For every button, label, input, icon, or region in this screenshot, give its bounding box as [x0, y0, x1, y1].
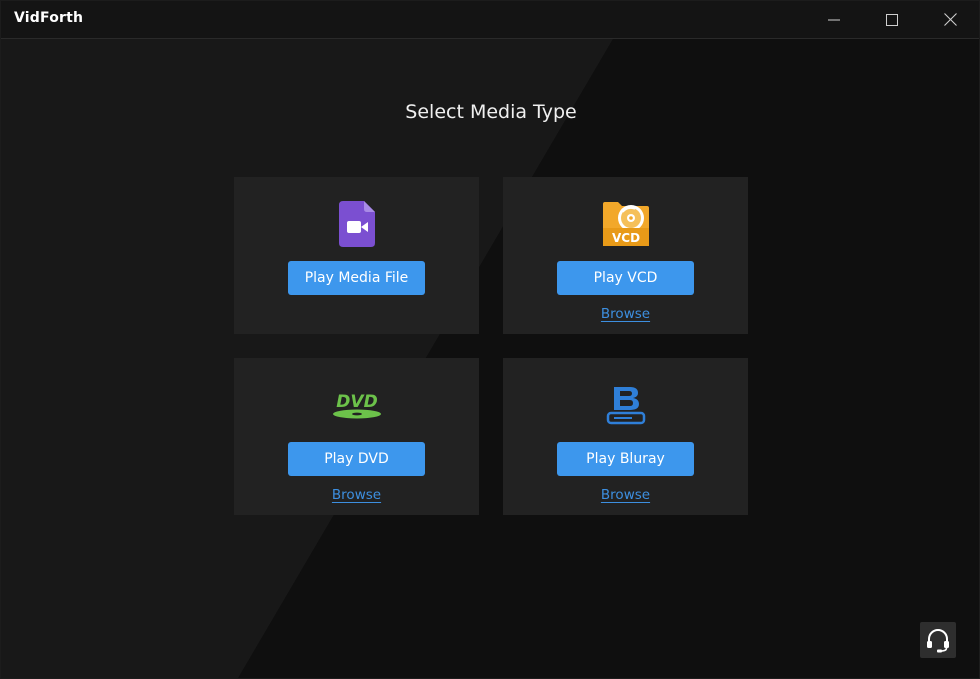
card-icon-container: DVD	[234, 380, 479, 430]
svg-text:DVD: DVD	[336, 392, 377, 412]
title-bar: VidForth	[1, 1, 979, 39]
browse-link-container: Browse	[503, 484, 748, 503]
close-button[interactable]	[921, 1, 979, 38]
app-title: VidForth	[14, 10, 84, 26]
dvd-browse-link[interactable]: Browse	[332, 487, 381, 503]
vcd-browse-link[interactable]: Browse	[601, 306, 650, 322]
play-dvd-button[interactable]: Play DVD	[288, 442, 425, 476]
support-button[interactable]	[920, 622, 956, 658]
dvd-logo-icon: DVD	[332, 392, 381, 419]
vcd-card: VCD Play VCD Browse	[503, 177, 748, 334]
bluray-logo-icon	[606, 387, 645, 425]
maximize-button[interactable]	[863, 1, 921, 38]
browse-link-container: Browse	[234, 484, 479, 503]
maximize-icon	[886, 13, 898, 26]
media-file-card: Play Media File	[234, 177, 479, 334]
app-window: VidForth Select Media Type Play Media Fi…	[0, 0, 980, 679]
play-media-file-button[interactable]: Play Media File	[288, 261, 425, 295]
video-file-icon	[338, 201, 375, 247]
svg-text:VCD: VCD	[611, 231, 639, 245]
dvd-card: DVD Play DVD Browse	[234, 358, 479, 515]
card-icon-container	[234, 199, 479, 249]
bluray-browse-link[interactable]: Browse	[601, 487, 650, 503]
close-icon	[943, 13, 957, 26]
vcd-folder-icon: VCD	[602, 202, 649, 246]
card-icon-container	[503, 380, 748, 430]
play-vcd-button[interactable]: Play VCD	[557, 261, 694, 295]
minimize-button[interactable]	[805, 1, 863, 38]
play-bluray-button[interactable]: Play Bluray	[557, 442, 694, 476]
bluray-card: Play Bluray Browse	[503, 358, 748, 515]
headset-icon	[927, 629, 949, 653]
minimize-icon	[828, 19, 840, 20]
card-icon-container: VCD	[503, 199, 748, 249]
browse-link-container: Browse	[503, 303, 748, 322]
page-title: Select Media Type	[405, 101, 577, 123]
